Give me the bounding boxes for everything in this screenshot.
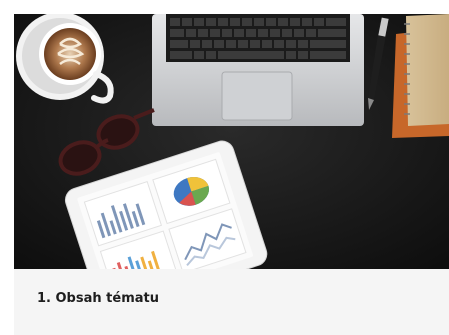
laptop [152,14,364,126]
card-footer: 1. Obsah tématu [14,269,449,335]
card-title[interactable]: 1. Obsah tématu [37,291,159,306]
topic-card[interactable]: 1. Obsah tématu [14,14,449,335]
topic-hero-image[interactable] [14,14,449,269]
